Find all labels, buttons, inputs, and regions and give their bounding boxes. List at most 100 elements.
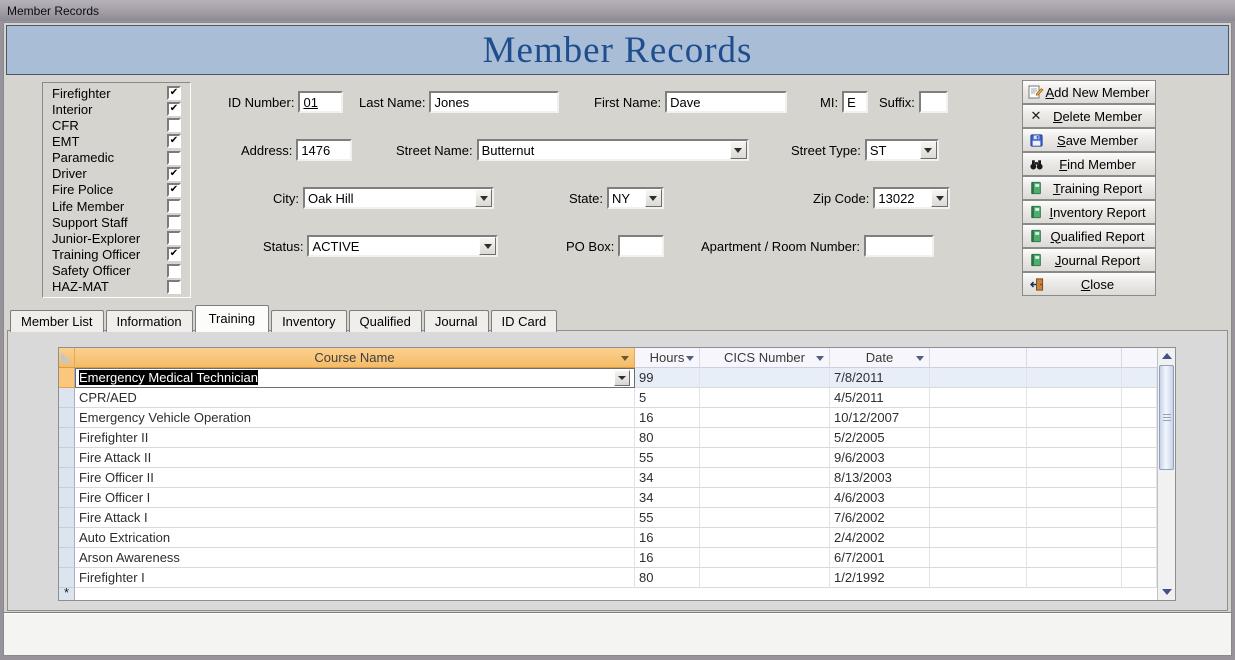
cell-empty[interactable] [1027, 468, 1122, 488]
dropdown-button[interactable] [645, 189, 662, 207]
new-record-cells[interactable] [75, 588, 1157, 600]
last-name-input[interactable]: Jones [429, 91, 559, 113]
row-selector[interactable] [59, 388, 75, 408]
cell-date[interactable]: 10/12/2007 [830, 408, 930, 428]
cell-date[interactable]: 7/8/2011 [830, 368, 930, 388]
cell-course-name[interactable]: CPR/AED [75, 388, 635, 408]
role-checkbox[interactable]: ✔ [167, 167, 181, 181]
filter-arrow-icon[interactable] [686, 356, 694, 361]
cell-date[interactable]: 6/7/2001 [830, 548, 930, 568]
dropdown-button[interactable] [730, 141, 747, 159]
column-header-date[interactable]: Date [830, 348, 930, 368]
cell-empty[interactable] [930, 528, 1027, 548]
scroll-up-button[interactable] [1158, 348, 1175, 364]
tab[interactable]: Inventory [271, 310, 346, 332]
cell-hours[interactable]: 99 [635, 368, 700, 388]
first-name-input[interactable]: Dave [665, 91, 787, 113]
cell-cics-number[interactable] [700, 448, 830, 468]
find-member-button[interactable]: Find Member [1022, 152, 1156, 176]
role-checkbox[interactable]: ✔ [167, 102, 181, 116]
row-selector[interactable] [59, 548, 75, 568]
cell-hours[interactable]: 55 [635, 508, 700, 528]
cell-cics-number[interactable] [700, 428, 830, 448]
cell-course-name[interactable]: Emergency Vehicle Operation [75, 408, 635, 428]
scroll-down-button[interactable] [1158, 584, 1175, 600]
dropdown-button[interactable] [479, 237, 496, 255]
cell-hours[interactable]: 80 [635, 428, 700, 448]
cell-date[interactable]: 5/2/2005 [830, 428, 930, 448]
cell-empty[interactable] [1122, 508, 1157, 528]
cell-empty[interactable] [1122, 488, 1157, 508]
cell-empty[interactable] [1027, 428, 1122, 448]
cell-course-name[interactable]: Firefighter II [75, 428, 635, 448]
column-header-course-name[interactable]: Course Name [75, 348, 635, 368]
row-selector[interactable] [59, 448, 75, 468]
cell-hours[interactable]: 34 [635, 468, 700, 488]
cell-empty[interactable] [930, 468, 1027, 488]
cell-empty[interactable] [1122, 548, 1157, 568]
cell-hours[interactable]: 80 [635, 568, 700, 588]
role-checkbox[interactable]: ✔ [167, 183, 181, 197]
tab[interactable]: ID Card [491, 310, 558, 332]
qualified-report-button[interactable]: Qualified Report [1022, 224, 1156, 248]
cell-empty[interactable] [930, 388, 1027, 408]
cell-date[interactable]: 4/5/2011 [830, 388, 930, 408]
row-selector[interactable] [59, 488, 75, 508]
cell-hours[interactable]: 55 [635, 448, 700, 468]
cell-empty[interactable] [930, 568, 1027, 588]
cell-course-name[interactable]: Fire Attack I [75, 508, 635, 528]
po-box-input[interactable] [618, 235, 664, 257]
cell-date[interactable]: 7/6/2002 [830, 508, 930, 528]
table-row[interactable]: Arson Awareness 16 6/7/2001 [59, 548, 1157, 568]
status-select[interactable]: ACTIVE [307, 235, 498, 257]
column-header-hours[interactable]: Hours [635, 348, 700, 368]
table-row[interactable]: Firefighter I 80 1/2/1992 [59, 568, 1157, 588]
cell-empty[interactable] [930, 408, 1027, 428]
role-checkbox[interactable]: ✔ [167, 264, 181, 278]
filter-arrow-icon[interactable] [916, 356, 924, 361]
zip-code-select[interactable]: 13022 [873, 187, 950, 209]
cell-dropdown-button[interactable] [614, 370, 630, 386]
table-row[interactable]: Firefighter II 80 5/2/2005 [59, 428, 1157, 448]
cell-empty[interactable] [1027, 448, 1122, 468]
scrollbar-track[interactable] [1158, 364, 1175, 584]
cell-date[interactable]: 1/2/1992 [830, 568, 930, 588]
cell-cics-number[interactable] [700, 488, 830, 508]
scrollbar-thumb[interactable] [1159, 365, 1174, 470]
vertical-scrollbar[interactable] [1157, 348, 1175, 600]
cell-cics-number[interactable] [700, 388, 830, 408]
dropdown-button[interactable] [931, 189, 948, 207]
window-titlebar[interactable]: Member Records [0, 0, 1235, 21]
cell-empty[interactable] [1027, 568, 1122, 588]
close-button[interactable]: Close [1022, 272, 1156, 296]
filter-arrow-icon[interactable] [816, 356, 824, 361]
table-row[interactable]: CPR/AED 5 4/5/2011 [59, 388, 1157, 408]
cell-date[interactable]: 8/13/2003 [830, 468, 930, 488]
cell-cics-number[interactable] [700, 468, 830, 488]
cell-empty[interactable] [1122, 388, 1157, 408]
mi-input[interactable]: E [842, 91, 868, 113]
column-header-cics-number[interactable]: CICS Number [700, 348, 830, 368]
row-selector[interactable] [59, 428, 75, 448]
role-checkbox[interactable]: ✔ [167, 215, 181, 229]
cell-course-name[interactable]: Fire Officer II [75, 468, 635, 488]
cell-empty[interactable] [1027, 388, 1122, 408]
cell-hours[interactable]: 16 [635, 528, 700, 548]
role-checkbox[interactable]: ✔ [167, 199, 181, 213]
id-number-input[interactable]: 01 [298, 91, 343, 113]
new-record-row[interactable]: * [59, 588, 1157, 600]
cell-empty[interactable] [930, 368, 1027, 388]
cell-cics-number[interactable] [700, 368, 830, 388]
cell-empty[interactable] [1122, 428, 1157, 448]
cell-hours[interactable]: 16 [635, 408, 700, 428]
cell-empty[interactable] [1122, 568, 1157, 588]
suffix-input[interactable] [919, 91, 948, 113]
save-member-button[interactable]: Save Member [1022, 128, 1156, 152]
cell-date[interactable]: 4/6/2003 [830, 488, 930, 508]
tab[interactable]: Journal [424, 310, 489, 332]
cell-cics-number[interactable] [700, 508, 830, 528]
role-checkbox[interactable]: ✔ [167, 231, 181, 245]
training-report-button[interactable]: Training Report [1022, 176, 1156, 200]
dropdown-button[interactable] [920, 141, 937, 159]
tab[interactable]: Training [195, 305, 269, 332]
